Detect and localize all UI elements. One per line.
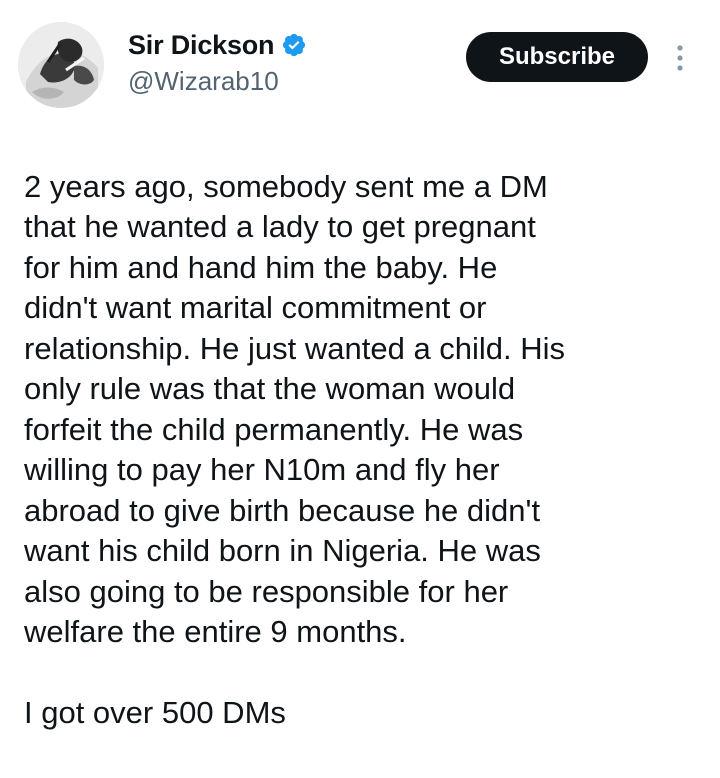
- avatar[interactable]: [18, 22, 104, 108]
- tweet-text: 2 years ago, somebody sent me a DM that …: [24, 126, 704, 774]
- author-names: Sir Dickson @Wizarab10: [128, 26, 307, 97]
- tweet-card: Sir Dickson @Wizarab10 Subscribe 2 years…: [0, 0, 720, 778]
- profile-photo-icon: [18, 22, 104, 108]
- tweet-header: Sir Dickson @Wizarab10 Subscribe: [0, 0, 720, 120]
- display-name-row: Sir Dickson: [128, 26, 307, 64]
- tweet-paragraph: I got over 500 DMs: [24, 694, 286, 730]
- display-name[interactable]: Sir Dickson: [128, 30, 275, 61]
- author-handle[interactable]: @Wizarab10: [128, 66, 307, 97]
- verified-badge-icon[interactable]: [281, 32, 307, 58]
- more-vertical-icon[interactable]: [671, 42, 689, 74]
- tweet-paragraph: 2 years ago, somebody sent me a DM that …: [24, 168, 566, 650]
- subscribe-button[interactable]: Subscribe: [466, 32, 648, 82]
